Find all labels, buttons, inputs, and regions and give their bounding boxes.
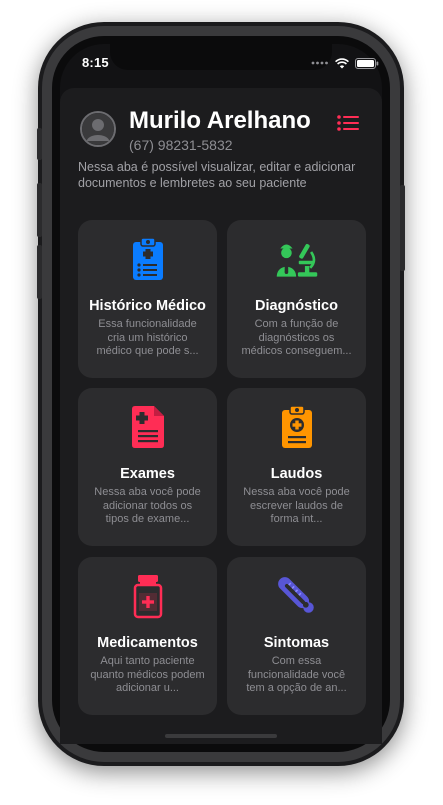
- card-description: Nessa aba você pode adicionar todos os t…: [94, 486, 201, 525]
- signal-icon: [311, 61, 328, 65]
- card-description: Com a função de diagnósticos os médicos …: [241, 318, 352, 357]
- clipboard-plus-icon: [275, 404, 319, 450]
- menu-button[interactable]: [336, 114, 362, 132]
- status-time: 8:15: [82, 55, 109, 70]
- card-description: Aqui tanto paciente quanto médicos podem…: [90, 655, 205, 694]
- avatar[interactable]: [80, 111, 116, 147]
- card-sintomas[interactable]: Sintomas Com essa funcionalidade você te…: [227, 557, 366, 715]
- volume-down-button: [37, 245, 42, 299]
- person-circle-icon: [82, 113, 114, 145]
- card-diagnostico[interactable]: Diagnóstico Com a função de diagnósticos…: [227, 220, 366, 378]
- card-title: Laudos: [270, 466, 323, 482]
- card-historico-medico[interactable]: Histórico Médico Essa funcionalidade cri…: [78, 220, 217, 378]
- home-indicator[interactable]: [165, 734, 277, 738]
- wifi-icon: [335, 57, 349, 68]
- section-description: Nessa aba é possível visualizar, editar …: [78, 160, 356, 190]
- card-description: Com essa funcionalidade você tem a opção…: [246, 655, 347, 694]
- medical-document-icon: [126, 404, 170, 450]
- status-icons: [311, 56, 381, 70]
- doctor-microscope-icon: [275, 236, 319, 282]
- card-title: Sintomas: [263, 635, 330, 651]
- card-exames[interactable]: Exames Nessa aba você pode adicionar tod…: [78, 388, 217, 546]
- patient-phone: (67) 98231-5832: [129, 137, 233, 153]
- card-laudos[interactable]: Laudos Nessa aba você pode escrever laud…: [227, 388, 366, 546]
- mute-switch: [37, 128, 42, 160]
- medicine-bottle-icon: [126, 573, 170, 619]
- card-description: Essa funcionalidade cria um histórico mé…: [96, 318, 199, 357]
- battery-icon: [355, 57, 379, 69]
- card-title: Diagnóstico: [255, 298, 338, 314]
- volume-up-button: [37, 183, 42, 237]
- notch: [110, 44, 332, 70]
- card-medicamentos[interactable]: Medicamentos Aqui tanto paciente quanto …: [78, 557, 217, 715]
- card-description: Nessa aba você pode escrever laudos de f…: [243, 486, 350, 525]
- thermometer-icon: [275, 573, 319, 619]
- patient-name: Murilo Arelhano: [129, 107, 311, 134]
- card-title: Medicamentos: [97, 635, 198, 651]
- clipboard-list-icon: [126, 236, 170, 282]
- power-button: [400, 185, 405, 271]
- list-menu-icon: [337, 115, 359, 131]
- card-title: Exames: [120, 466, 175, 482]
- card-title: Histórico Médico: [89, 298, 206, 314]
